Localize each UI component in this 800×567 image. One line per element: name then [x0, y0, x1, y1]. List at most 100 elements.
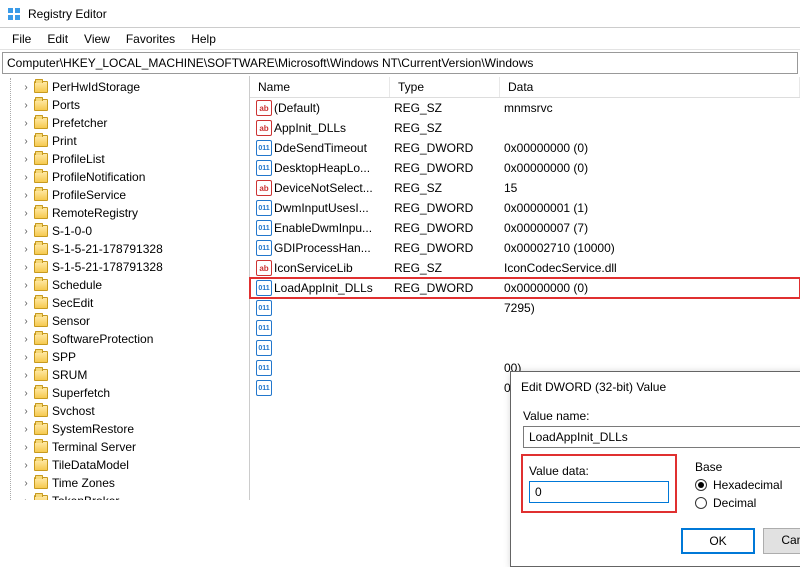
- dword-value-icon: 011: [256, 240, 272, 256]
- radio-dec-label: Decimal: [713, 496, 756, 510]
- value-row[interactable]: 0117295): [250, 298, 800, 318]
- col-type[interactable]: Type: [390, 77, 500, 97]
- tree-node[interactable]: ›S-1-0-0: [0, 222, 249, 240]
- value-row[interactable]: abDeviceNotSelect...REG_SZ15: [250, 178, 800, 198]
- folder-icon: [34, 135, 48, 147]
- value-type: REG_SZ: [394, 121, 504, 135]
- tree-node-label: ProfileList: [52, 152, 105, 166]
- value-row[interactable]: 011EnableDwmInpu...REG_DWORD0x00000007 (…: [250, 218, 800, 238]
- tree-node-label: Sensor: [52, 314, 90, 328]
- tree-node[interactable]: ›ProfileList: [0, 150, 249, 168]
- value-row[interactable]: abIconServiceLibREG_SZIconCodecService.d…: [250, 258, 800, 278]
- tree-node[interactable]: ›Print: [0, 132, 249, 150]
- value-row[interactable]: abAppInit_DLLsREG_SZ: [250, 118, 800, 138]
- folder-icon: [34, 441, 48, 453]
- tree-node-label: RemoteRegistry: [52, 206, 138, 220]
- folder-icon: [34, 81, 48, 93]
- value-type: REG_DWORD: [394, 281, 504, 295]
- tree-node-label: SPP: [52, 350, 76, 364]
- dword-value-icon: 011: [256, 280, 272, 296]
- tree-node[interactable]: ›Superfetch: [0, 384, 249, 402]
- chevron-right-icon: ›: [20, 100, 32, 111]
- value-name: DeviceNotSelect...: [274, 181, 394, 195]
- value-name: EnableDwmInpu...: [274, 221, 394, 235]
- radio-dec[interactable]: Decimal: [695, 496, 782, 510]
- tree-node[interactable]: ›ProfileService: [0, 186, 249, 204]
- menu-help[interactable]: Help: [183, 30, 224, 48]
- chevron-right-icon: ›: [20, 190, 32, 201]
- folder-icon: [34, 117, 48, 129]
- menu-bar: File Edit View Favorites Help: [0, 28, 800, 50]
- col-data[interactable]: Data: [500, 77, 800, 97]
- tree-node[interactable]: ›S-1-5-21-178791328: [0, 240, 249, 258]
- tree-node[interactable]: ›PerHwIdStorage: [0, 78, 249, 96]
- value-data: 0x00000001 (1): [504, 201, 796, 215]
- chevron-right-icon: ›: [20, 388, 32, 399]
- tree-node[interactable]: › SoftwareProtection: [0, 330, 249, 348]
- tree-node[interactable]: ›TokenBroker: [0, 492, 249, 500]
- tree-node-label: SRUM: [52, 368, 87, 382]
- dword-value-icon: 011: [256, 340, 272, 356]
- folder-icon: [34, 225, 48, 237]
- tree-node[interactable]: ›TileDataModel: [0, 456, 249, 474]
- value-data: 0x00000007 (7): [504, 221, 796, 235]
- value-row[interactable]: 011: [250, 338, 800, 358]
- value-data: 0x00000000 (0): [504, 281, 796, 295]
- tree-node[interactable]: ›Ports: [0, 96, 249, 114]
- dword-value-icon: 011: [256, 320, 272, 336]
- value-name: DesktopHeapLo...: [274, 161, 394, 175]
- string-value-icon: ab: [256, 100, 272, 116]
- dword-value-icon: 011: [256, 220, 272, 236]
- chevron-right-icon: ›: [20, 424, 32, 435]
- value-row[interactable]: 011DesktopHeapLo...REG_DWORD0x00000000 (…: [250, 158, 800, 178]
- tree-node[interactable]: ›Time Zones: [0, 474, 249, 492]
- tree-node[interactable]: ›S-1-5-21-178791328: [0, 258, 249, 276]
- radio-hex[interactable]: Hexadecimal: [695, 478, 782, 492]
- key-tree[interactable]: ›PerHwIdStorage›Ports›Prefetcher›Print›P…: [0, 76, 250, 500]
- value-type: REG_DWORD: [394, 241, 504, 255]
- tree-node-label: SoftwareProtection: [52, 332, 153, 346]
- tree-node[interactable]: ›SystemRestore: [0, 420, 249, 438]
- dword-value-icon: 011: [256, 140, 272, 156]
- folder-icon: [34, 333, 48, 345]
- value-row[interactable]: 011DwmInputUsesI...REG_DWORD0x00000001 (…: [250, 198, 800, 218]
- tree-node[interactable]: ›Sensor: [0, 312, 249, 330]
- value-row[interactable]: 011: [250, 318, 800, 338]
- value-row[interactable]: 011LoadAppInit_DLLsREG_DWORD0x00000000 (…: [250, 278, 800, 298]
- ok-button[interactable]: OK: [681, 528, 755, 554]
- value-name-input[interactable]: [523, 426, 800, 448]
- tree-node[interactable]: ›SPP: [0, 348, 249, 366]
- tree-node[interactable]: ›Terminal Server: [0, 438, 249, 456]
- value-row[interactable]: ab(Default)REG_SZmnmsrvc: [250, 98, 800, 118]
- value-type: REG_SZ: [394, 101, 504, 115]
- tree-node[interactable]: ›Schedule: [0, 276, 249, 294]
- col-name[interactable]: Name: [250, 77, 390, 97]
- folder-icon: [34, 261, 48, 273]
- value-row[interactable]: 011GDIProcessHan...REG_DWORD0x00002710 (…: [250, 238, 800, 258]
- tree-node[interactable]: ›ProfileNotification: [0, 168, 249, 186]
- value-row[interactable]: 011DdeSendTimeoutREG_DWORD0x00000000 (0): [250, 138, 800, 158]
- value-data: IconCodecService.dll: [504, 261, 796, 275]
- tree-node-label: Terminal Server: [52, 440, 136, 454]
- folder-icon: [34, 369, 48, 381]
- tree-node[interactable]: ›Prefetcher: [0, 114, 249, 132]
- cancel-button[interactable]: Cancel: [763, 528, 800, 554]
- menu-favorites[interactable]: Favorites: [118, 30, 183, 48]
- tree-node-label: PerHwIdStorage: [52, 80, 140, 94]
- tree-node[interactable]: ›SRUM: [0, 366, 249, 384]
- menu-file[interactable]: File: [4, 30, 39, 48]
- address-bar[interactable]: Computer\HKEY_LOCAL_MACHINE\SOFTWARE\Mic…: [2, 52, 798, 74]
- value-data: mnmsrvc: [504, 101, 796, 115]
- menu-edit[interactable]: Edit: [39, 30, 76, 48]
- chevron-right-icon: ›: [20, 334, 32, 345]
- menu-view[interactable]: View: [76, 30, 118, 48]
- list-header[interactable]: Name Type Data: [250, 76, 800, 98]
- value-type: REG_SZ: [394, 261, 504, 275]
- tree-node[interactable]: ›SecEdit: [0, 294, 249, 312]
- tree-node[interactable]: ›RemoteRegistry: [0, 204, 249, 222]
- tree-node[interactable]: ›Svchost: [0, 402, 249, 420]
- value-type: REG_DWORD: [394, 201, 504, 215]
- tree-node-label: S-1-5-21-178791328: [52, 260, 163, 274]
- value-data: 15: [504, 181, 796, 195]
- tree-node-label: Svchost: [52, 404, 95, 418]
